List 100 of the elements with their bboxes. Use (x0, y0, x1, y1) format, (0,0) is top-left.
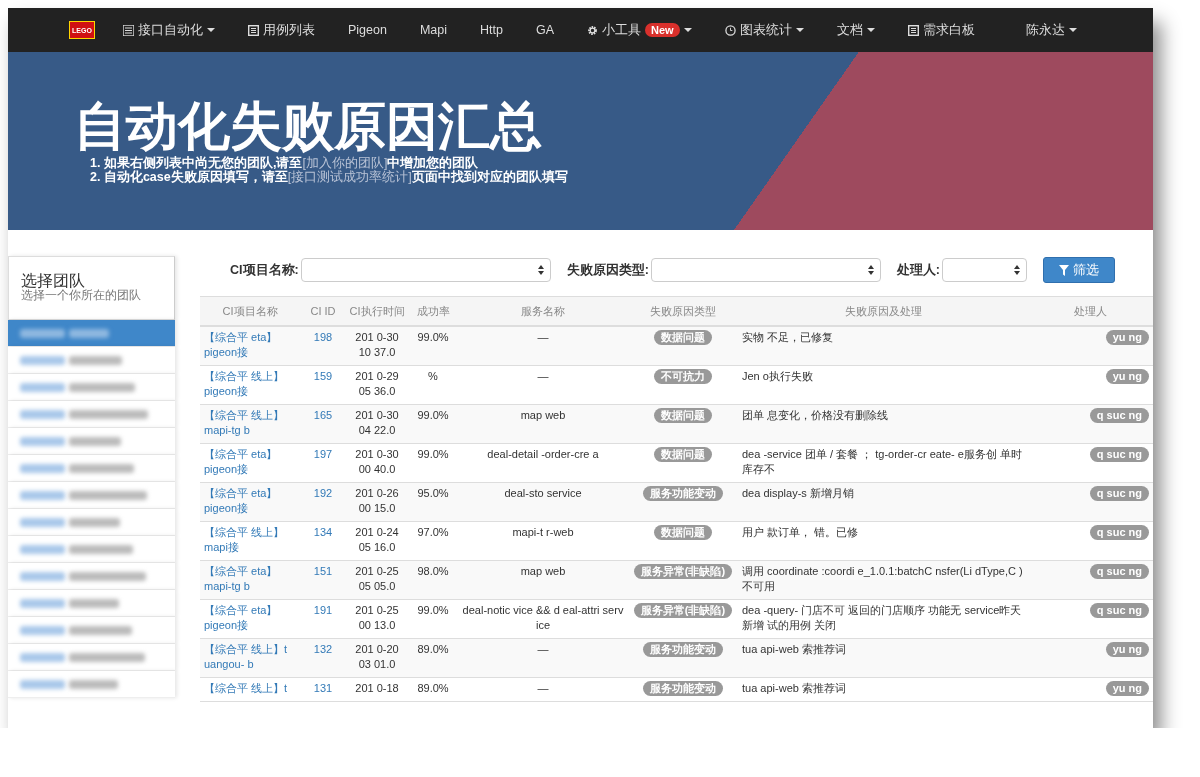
failure-type-label: 数据问题 (654, 408, 712, 423)
team-list-item[interactable] (8, 401, 175, 428)
nav-menu-item[interactable]: Mapi (419, 23, 448, 37)
service-name: map web (520, 409, 566, 421)
run-time: 201 0-20 (354, 642, 400, 657)
nav-menu-item[interactable]: 需求白板 (907, 21, 975, 39)
column-header: 失败原因及处理 (738, 296, 1028, 326)
filter-button[interactable]: 筛选 (1043, 257, 1115, 283)
ci-id-link[interactable]: 134 (313, 526, 333, 538)
project-link[interactable]: mapi-tg b (204, 579, 296, 594)
nav-menu-item[interactable]: GA (535, 23, 555, 37)
run-time: 05 05.0 (357, 579, 397, 594)
project-link[interactable]: pigeon接 (204, 462, 296, 477)
project-link[interactable]: 【综合平 线上】 (204, 408, 296, 423)
ci-id-link[interactable]: 198 (313, 331, 333, 343)
team-list-item[interactable] (8, 320, 175, 347)
filter-select[interactable] (942, 258, 1027, 282)
team-list-item[interactable] (8, 428, 175, 455)
failure-type-label: 服务功能变动 (643, 642, 723, 657)
failure-reason: 团单 息变化，价格没有删除线 (742, 409, 889, 421)
nav-menu-item[interactable]: 用例列表 (248, 21, 315, 39)
run-time: 201 0-30 (354, 447, 400, 462)
nav-menu-item[interactable]: Pigeon (348, 23, 387, 37)
column-header: 失败原因类型 (628, 296, 738, 326)
team-list-item[interactable] (8, 347, 175, 374)
run-time: 05 36.0 (357, 384, 397, 399)
nav-menu-item[interactable]: Http (480, 23, 503, 37)
ci-id-link[interactable]: 197 (313, 448, 333, 460)
success-rate: 95.0% (417, 487, 449, 499)
document-icon (907, 24, 919, 36)
success-rate: 89.0% (417, 643, 449, 655)
ci-id-link[interactable]: 132 (313, 643, 333, 655)
link[interactable]: [接口测试成功率统计] (287, 170, 412, 184)
nav-menu-item[interactable]: 图表统计 (724, 21, 804, 39)
caret-icon (1069, 28, 1077, 32)
run-time: 201 0-25 (354, 564, 400, 579)
list-icon (123, 24, 134, 36)
link[interactable]: [加入你的团队] (302, 156, 388, 170)
ci-id-link[interactable]: 191 (313, 604, 333, 616)
nav-menu-item[interactable]: 接口自动化 (123, 21, 215, 39)
project-link[interactable]: mapi接 (204, 540, 296, 555)
failure-type-label: 服务异常(非缺陷) (633, 603, 733, 618)
service-name: — (537, 331, 549, 343)
filter-select[interactable] (650, 258, 881, 282)
settings-icon (587, 24, 599, 36)
project-link[interactable]: 【综合平 eta】 (204, 330, 296, 345)
failure-reason: 实物 不足，已修复 (742, 331, 834, 343)
caret-icon (683, 28, 692, 32)
owner-label: yu ng (1105, 681, 1149, 696)
caret-icon (866, 28, 875, 32)
team-list-item[interactable] (8, 536, 175, 563)
ci-id-link[interactable]: 165 (313, 409, 333, 421)
project-link[interactable]: uangou- b (204, 657, 296, 672)
failure-reason: Jen o执行失败 (742, 370, 813, 382)
select-arrows-icon (867, 265, 874, 275)
team-list-item[interactable] (8, 374, 175, 401)
team-list-item[interactable] (8, 617, 175, 644)
run-time: 04 22.0 (357, 423, 397, 438)
project-link[interactable]: 【综合平 eta】 (204, 603, 296, 618)
ci-id-link[interactable]: 192 (313, 487, 333, 499)
team-list-item[interactable] (8, 644, 175, 671)
filter-select[interactable] (300, 258, 551, 282)
project-link[interactable]: 【综合平 eta】 (204, 564, 296, 579)
nav-menu-item[interactable]: 小工具 New (587, 21, 692, 39)
project-link[interactable]: 【综合平 eta】 (204, 486, 296, 501)
run-time: 201 0-30 (354, 408, 400, 423)
team-list-item[interactable] (8, 455, 175, 482)
run-time: 00 15.0 (357, 501, 397, 516)
column-header: CI项目名称 (200, 296, 300, 326)
run-time: 05 16.0 (357, 540, 397, 555)
project-link[interactable]: 【综合平 线上】 (204, 525, 296, 540)
project-link[interactable]: pigeon接 (204, 384, 296, 399)
failure-type-label: 不可抗力 (654, 369, 712, 384)
user-menu[interactable]: 陈永达 (1026, 21, 1077, 39)
project-link[interactable]: 【综合平 eta】 (204, 447, 296, 462)
project-link[interactable]: pigeon接 (204, 345, 296, 360)
team-list-item[interactable] (8, 509, 175, 536)
team-list-item[interactable] (8, 671, 175, 698)
project-link[interactable]: mapi-tg b (204, 423, 296, 438)
run-time: 201 0-24 (354, 525, 400, 540)
owner-label: yu ng (1105, 642, 1149, 657)
service-name: mapi-t r-web (512, 526, 574, 538)
team-list-item[interactable] (8, 563, 175, 590)
run-time: 201 0-18 (354, 681, 400, 696)
nav-menu-item[interactable]: 文档 (836, 21, 875, 39)
project-link[interactable]: pigeon接 (204, 618, 296, 633)
ci-id-link[interactable]: 159 (313, 370, 333, 382)
project-link[interactable]: 【综合平 线上】t (204, 642, 296, 657)
ci-id-link[interactable]: 131 (313, 682, 333, 694)
service-name: map web (520, 565, 566, 577)
ci-id-link[interactable]: 151 (313, 565, 333, 577)
team-list-item[interactable] (8, 590, 175, 617)
sidebar-subtitle: 选择一个你所在的团队 (21, 289, 141, 302)
owner-label: q suc ng (1089, 525, 1149, 540)
team-list-item[interactable] (8, 482, 175, 509)
failure-type-label: 服务异常(非缺陷) (633, 564, 733, 579)
project-link[interactable]: 【综合平 线上】 (204, 369, 296, 384)
caret-icon (207, 28, 215, 32)
project-link[interactable]: pigeon接 (204, 501, 296, 516)
project-link[interactable]: 【综合平 线上】t (204, 681, 296, 696)
